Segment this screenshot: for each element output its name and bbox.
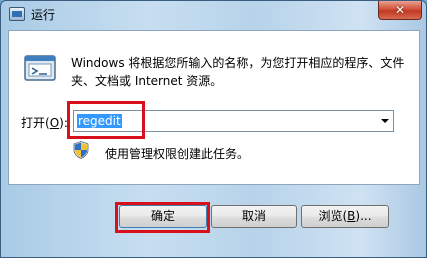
- window-title: 运行: [31, 8, 56, 22]
- browse-label-prefix: 浏览(: [318, 209, 348, 223]
- annotation-highlight-ok: [115, 202, 210, 233]
- close-button[interactable]: ✕: [378, 1, 422, 20]
- open-label: 打开(O):: [21, 114, 68, 131]
- open-label-access-key: O: [49, 116, 60, 130]
- uac-shield-icon: [73, 141, 89, 159]
- run-dialog-icon: [9, 7, 25, 21]
- run-program-icon: [24, 55, 56, 81]
- cancel-button[interactable]: 取消: [211, 205, 297, 228]
- dialog-description: Windows 将根据您所输入的名称，为您打开相应的程序、文件夹、文档或 Int…: [71, 56, 405, 88]
- browse-button[interactable]: 浏览(B)...: [301, 205, 389, 228]
- title-bar[interactable]: 运行 ✕: [1, 1, 426, 29]
- browse-label-suffix: )...: [355, 209, 372, 223]
- open-label-prefix: 打开(: [21, 116, 50, 130]
- annotation-highlight-input: [67, 101, 145, 139]
- run-dialog: 运行 ✕ Windows 将根据您所输入的名称，为您打开相应的程序、文件夹、文档…: [0, 0, 427, 258]
- admin-privilege-note: 使用管理权限创建此任务。: [105, 147, 250, 161]
- chevron-down-icon[interactable]: [381, 119, 389, 123]
